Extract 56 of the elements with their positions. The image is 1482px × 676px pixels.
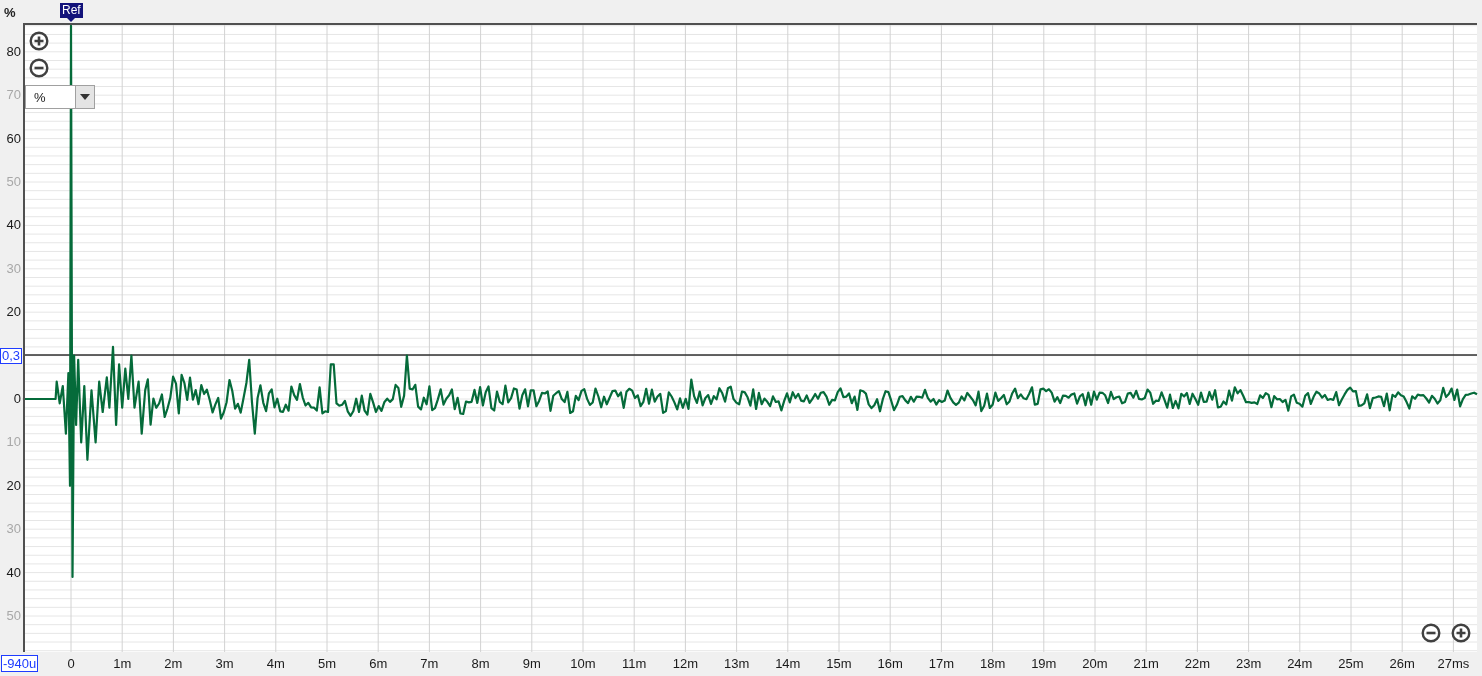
axis-label: 13m (722, 656, 751, 671)
axis-label: 80 (6, 43, 21, 60)
dropdown-value: % (33, 89, 47, 105)
axis-label: 15m (825, 656, 853, 671)
zoom-out-button[interactable] (1420, 622, 1442, 644)
axis-label: 24m (1286, 656, 1314, 671)
zoom-in-icon (29, 31, 49, 51)
axis-label: 9m (521, 656, 542, 671)
axis-label: 16m (876, 656, 904, 671)
axis-label: 0 (13, 391, 21, 407)
unit-dropdown[interactable]: % (25, 85, 95, 109)
axis-label: 40 (6, 564, 21, 581)
axis-label: 3m (214, 656, 235, 671)
axis-label: 23m (1234, 656, 1263, 671)
axis-label: 18m (978, 656, 1007, 671)
axis-label: 21m (1132, 656, 1160, 671)
axis-label: 20m (1081, 656, 1109, 671)
axis-label: 27ms (1436, 656, 1471, 671)
axis-label: 10 (6, 434, 21, 451)
zoom-out-button[interactable] (28, 57, 50, 79)
axis-label: 14m (774, 656, 802, 671)
axis-label: 5m (316, 656, 338, 671)
axis-label: 8m (470, 656, 491, 671)
axis-label: 7m (419, 656, 440, 671)
caret-icon (80, 94, 90, 100)
zoom-out-icon (29, 58, 49, 78)
axis-label: 70 (6, 87, 21, 104)
zoom-in-button[interactable] (1450, 622, 1472, 644)
axis-label: 4m (265, 656, 286, 671)
axis-label: 40 (6, 217, 21, 234)
axis-label: 20 (6, 477, 21, 494)
zoom-in-button[interactable] (28, 30, 50, 52)
axis-label: 20 (6, 304, 21, 321)
axis-label: 6m (368, 656, 389, 671)
axis-unit: % (4, 5, 16, 20)
axis-label: 2m (163, 656, 184, 671)
axis-label: 1m (112, 656, 133, 671)
zoom-out-icon (1421, 623, 1441, 643)
axis-label: 50 (6, 174, 21, 190)
axis-label: 0 (66, 656, 76, 671)
axis-label: 17m (927, 656, 956, 671)
axis-label: 25m (1337, 656, 1365, 671)
axis-label: -940u (1, 655, 39, 672)
axis-label: 30 (6, 521, 21, 538)
zoom-in-icon (1451, 623, 1471, 643)
axis-label: 50 (6, 608, 21, 624)
axis-label: 11m (621, 656, 648, 671)
axis-label: 26m (1388, 656, 1416, 671)
axis-label: 22m (1183, 656, 1212, 671)
axis-label: 0,3 (0, 348, 23, 364)
axis-label: 10m (569, 656, 597, 671)
axis-label: 19m (1030, 656, 1058, 671)
axis-label: 60 (6, 130, 21, 147)
dropdown-arrow-button[interactable] (75, 86, 94, 108)
axis-label: 12m (671, 656, 700, 671)
axis-label: 30 (6, 260, 21, 277)
